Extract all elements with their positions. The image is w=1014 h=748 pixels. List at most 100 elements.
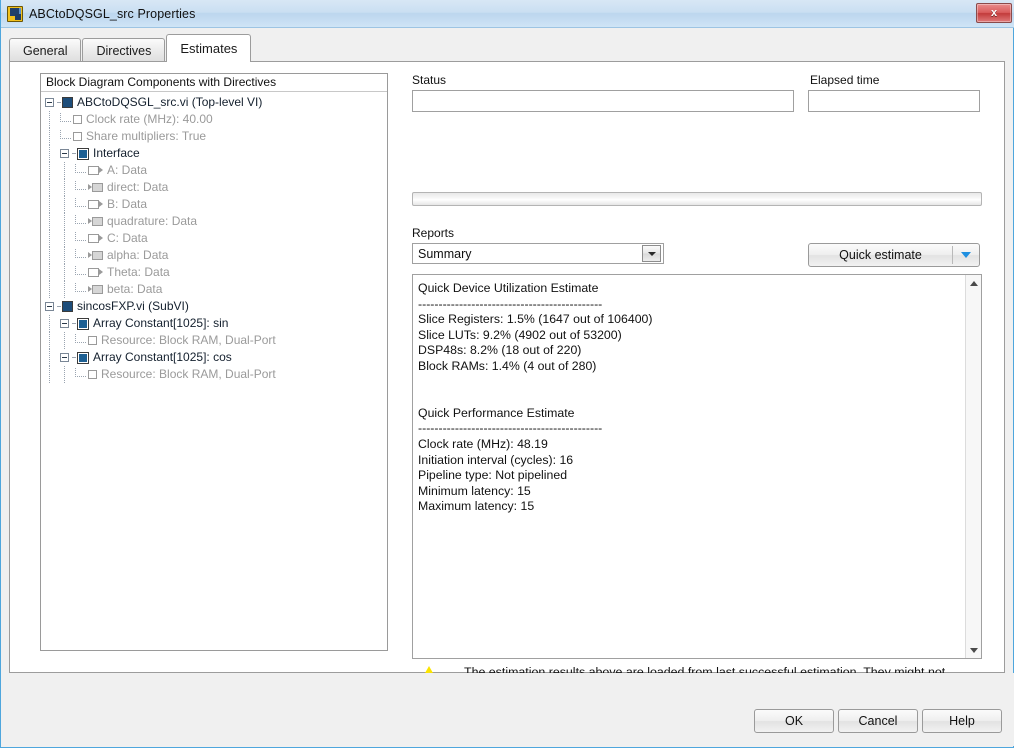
vi-outline-icon — [77, 147, 89, 160]
tab-directives[interactable]: Directives — [82, 38, 166, 62]
tree-connector — [57, 306, 61, 307]
tree-guide-line — [64, 213, 65, 230]
quick-estimate-caret-down-icon[interactable] — [953, 252, 979, 258]
tab-bar: General Directives Estimates — [9, 34, 252, 62]
tree-guide-line — [49, 349, 50, 366]
estimates-tab-panel: Block Diagram Components with Directives… — [9, 61, 1005, 696]
tree-node[interactable]: A: Data — [41, 162, 387, 179]
tree-guide-line — [64, 332, 65, 349]
cancel-button[interactable]: Cancel — [838, 709, 918, 733]
tree-node-label: ABCtoDQSGL_src.vi (Top-level VI) — [77, 95, 263, 109]
reports-label: Reports — [412, 226, 455, 240]
terminal-in-icon — [88, 234, 103, 243]
tree-guide-line — [49, 366, 50, 383]
report-output-panel: Quick Device Utilization Estimate ------… — [412, 274, 982, 659]
tree-guide-line — [49, 111, 50, 128]
report-scrollbar[interactable] — [965, 275, 981, 658]
status-label: Status — [412, 73, 447, 87]
tree-collapse-icon[interactable] — [60, 353, 69, 362]
tree-guide-line — [64, 230, 65, 247]
tree-guide-line — [49, 281, 50, 298]
terminal-out-icon — [88, 285, 103, 294]
tree-node-label: Share multipliers: True — [86, 129, 207, 143]
tree-connector — [75, 181, 86, 190]
tree-guide-line — [49, 179, 50, 196]
terminal-in-icon — [88, 166, 103, 175]
tree-guide-line — [64, 366, 65, 383]
tree-guide-line — [49, 162, 50, 179]
tree-collapse-icon[interactable] — [45, 98, 54, 107]
tree-node[interactable]: quadrature: Data — [41, 213, 387, 230]
tree-guide-line — [49, 315, 50, 332]
tree-node[interactable]: direct: Data — [41, 179, 387, 196]
terminal-out-icon — [88, 251, 103, 260]
terminal-in-icon — [88, 200, 103, 209]
tree-node-label: quadrature: Data — [107, 214, 198, 228]
tree-node[interactable]: Theta: Data — [41, 264, 387, 281]
quick-estimate-button[interactable]: Quick estimate — [808, 243, 980, 267]
scroll-down-icon[interactable] — [966, 642, 981, 658]
tree-guide-line — [64, 247, 65, 264]
tree-node[interactable]: sincosFXP.vi (SubVI) — [41, 298, 387, 315]
tree-collapse-icon[interactable] — [45, 302, 54, 311]
dialog-footer: OK Cancel Help — [1, 673, 1014, 746]
help-button[interactable]: Help — [922, 709, 1002, 733]
quick-estimate-label: Quick estimate — [839, 248, 922, 262]
tree-connector — [57, 102, 61, 103]
tree-guide-line — [64, 264, 65, 281]
tree-node[interactable]: Array Constant[1025]: cos — [41, 349, 387, 366]
tree-collapse-icon[interactable] — [60, 149, 69, 158]
tree-node-label: Resource: Block RAM, Dual-Port — [101, 367, 276, 381]
tree-node-label: sincosFXP.vi (SubVI) — [77, 299, 189, 313]
tree-node-label: alpha: Data — [107, 248, 169, 262]
status-field[interactable] — [412, 90, 794, 112]
block-diagram-tree[interactable]: Block Diagram Components with Directives… — [40, 73, 388, 651]
tree-connector — [75, 334, 86, 343]
tree-guide-line — [49, 196, 50, 213]
tree-node[interactable]: Array Constant[1025]: sin — [41, 315, 387, 332]
tree-collapse-icon[interactable] — [60, 319, 69, 328]
tree-connector — [60, 130, 71, 139]
elapsed-time-field[interactable] — [808, 90, 980, 112]
tree-connector — [72, 357, 76, 358]
tab-estimates[interactable]: Estimates — [166, 34, 252, 62]
tab-general[interactable]: General — [9, 38, 82, 62]
close-icon[interactable]: x — [976, 3, 1012, 23]
tree-node[interactable]: C: Data — [41, 230, 387, 247]
tree-connector — [75, 266, 86, 275]
tree-connector — [72, 153, 76, 154]
chevron-down-icon[interactable] — [642, 245, 661, 262]
reports-dropdown[interactable]: Summary — [412, 243, 664, 264]
tree-node[interactable]: ABCtoDQSGL_src.vi (Top-level VI) — [41, 94, 387, 111]
tree-guide-line — [64, 281, 65, 298]
tree-node[interactable]: alpha: Data — [41, 247, 387, 264]
tree-connector — [75, 215, 86, 224]
vi-icon — [62, 301, 73, 312]
estimates-right-panel: Status Elapsed time Reports Summary Quic… — [410, 62, 990, 696]
tree-guide-line — [49, 264, 50, 281]
tree-node[interactable]: Resource: Block RAM, Dual-Port — [41, 366, 387, 383]
tree-node[interactable]: beta: Data — [41, 281, 387, 298]
terminal-out-icon — [88, 183, 103, 192]
tree-node[interactable]: B: Data — [41, 196, 387, 213]
ok-button[interactable]: OK — [754, 709, 834, 733]
tree-node-label: Array Constant[1025]: cos — [93, 350, 232, 364]
checkbox-icon — [88, 336, 97, 345]
tree-node[interactable]: Share multipliers: True — [41, 128, 387, 145]
tree-node[interactable]: Interface — [41, 145, 387, 162]
window-title: ABCtoDQSGL_src Properties — [29, 6, 196, 21]
tree-node[interactable]: Resource: Block RAM, Dual-Port — [41, 332, 387, 349]
tree-node-label: Theta: Data — [107, 265, 170, 279]
scroll-up-icon[interactable] — [966, 275, 981, 291]
tree-node[interactable]: Clock rate (MHz): 40.00 — [41, 111, 387, 128]
vi-outline-icon — [77, 351, 89, 364]
checkbox-icon — [73, 115, 82, 124]
tree-guide-line — [49, 213, 50, 230]
tree-node-label: Resource: Block RAM, Dual-Port — [101, 333, 276, 347]
checkbox-icon — [88, 370, 97, 379]
tree-node-label: C: Data — [107, 231, 148, 245]
tree-connector — [75, 232, 86, 241]
labview-vi-icon — [7, 5, 23, 22]
vi-outline-icon — [77, 317, 89, 330]
tree-node-label: beta: Data — [107, 282, 163, 296]
